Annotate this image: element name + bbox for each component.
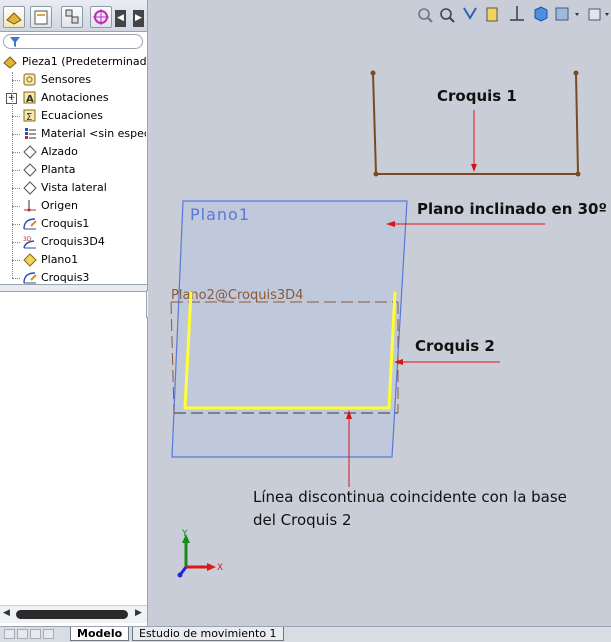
annotation-icon: A <box>23 91 36 105</box>
tree-item-plano1[interactable]: Plano1 <box>0 251 146 269</box>
tree-root-label: Pieza1 (Predeterminado< <box>22 55 146 68</box>
display-style-icon[interactable] <box>534 6 548 22</box>
linea-annotation-line2: del Croquis 2 <box>253 511 352 529</box>
reference-triad-icon <box>177 534 216 578</box>
tree-item-vista[interactable]: Vista lateral <box>0 179 146 197</box>
svg-text:Σ: Σ <box>26 112 32 123</box>
tab-prev-icon[interactable] <box>17 629 28 639</box>
previous-view-icon[interactable] <box>463 7 477 20</box>
tree-item-label: Croquis1 <box>41 217 90 230</box>
sketch-icon <box>23 272 37 284</box>
tree-item-croquis1[interactable]: Croquis1 <box>0 215 146 233</box>
tree-connector <box>12 188 20 189</box>
plano1-label: Plano1 <box>190 205 250 224</box>
view-toolbar <box>418 6 609 23</box>
origin-icon <box>24 200 36 212</box>
scroll-left-icon[interactable]: ◀ <box>3 608 10 618</box>
view-settings-icon[interactable] <box>588 8 609 21</box>
configuration-manager-tab[interactable] <box>61 6 83 28</box>
sketch3d-icon: 3D <box>23 236 36 249</box>
linea-annotation-line1: Línea discontinua coincidente con la bas… <box>253 488 567 506</box>
tree-connector <box>12 80 20 81</box>
croquis2-annotation: Croquis 2 <box>415 337 495 355</box>
tree-filter-input[interactable] <box>3 34 143 49</box>
zoom-area-icon[interactable] <box>440 8 455 23</box>
croquis1-annotation: Croquis 1 <box>437 87 517 105</box>
plano1-plane[interactable] <box>171 200 408 458</box>
plane-feature-icon <box>23 253 37 267</box>
tree-item-label: Croquis3 <box>41 271 90 284</box>
hide-show-items-icon[interactable] <box>555 7 579 21</box>
tree-item-label: Anotaciones <box>41 91 109 104</box>
tree-item-label: Origen <box>41 199 78 212</box>
tree-root-item[interactable]: Pieza1 (Predeterminado< <box>0 53 146 71</box>
plane-icon <box>23 145 37 159</box>
plane-icon <box>23 163 37 177</box>
property-manager-tab[interactable] <box>30 6 52 28</box>
tree-item-planta[interactable]: Planta <box>0 161 146 179</box>
target-icon <box>93 9 109 25</box>
plano-annotation: Plano inclinado en 30º <box>417 200 607 218</box>
tree-item-ecuaciones[interactable]: Σ Ecuaciones <box>0 107 146 125</box>
tab-estudio-movimiento[interactable]: Estudio de movimiento 1 <box>132 627 284 641</box>
tree-item-origen[interactable]: Origen <box>0 197 146 215</box>
triad-x-label: X <box>217 563 223 573</box>
material-icon <box>25 128 36 139</box>
feature-tree-icon <box>6 12 22 25</box>
tree-connector <box>12 134 20 135</box>
tree-connector <box>12 242 20 243</box>
tree-connector <box>12 116 20 117</box>
tree-item-label: Material <sin especificar> <box>41 127 146 140</box>
property-icon <box>34 10 48 25</box>
tree-item-alzado[interactable]: Alzado <box>0 143 146 161</box>
tab-last-icon[interactable] <box>43 629 54 639</box>
tree-connector <box>12 260 20 261</box>
view-orientation-icon[interactable] <box>510 6 524 21</box>
panel-splitter[interactable] <box>0 284 147 292</box>
svg-text:A: A <box>26 94 34 105</box>
scroll-thumb[interactable] <box>16 610 128 619</box>
filter-icon <box>10 37 20 47</box>
dimxpert-tab[interactable] <box>90 6 112 28</box>
tree-item-material[interactable]: Material <sin especificar> <box>0 125 146 143</box>
panel-next-arrow-icon[interactable]: ▶ <box>133 10 144 27</box>
triad-y-label: Y <box>181 529 188 539</box>
tree-item-anotaciones[interactable]: + A Anotaciones <box>0 89 146 107</box>
equation-icon: Σ <box>23 109 36 123</box>
plane-icon <box>23 181 37 195</box>
tree-connector <box>12 170 20 171</box>
tree-item-croquis3d4[interactable]: 3D Croquis3D4 <box>0 233 146 251</box>
configuration-icon <box>65 9 79 24</box>
tree-item-label: Vista lateral <box>41 181 107 194</box>
tree-connector <box>12 206 20 207</box>
tree-item-label: Plano1 <box>41 253 79 266</box>
graphics-area[interactable]: Plano1 Plano2@Croquis3D4 Croquis 1 Plano… <box>148 0 611 626</box>
scroll-right-icon[interactable]: ▶ <box>135 608 142 618</box>
section-view-icon[interactable] <box>486 7 498 22</box>
tree-item-label: Planta <box>41 163 76 176</box>
tab-first-icon[interactable] <box>4 629 15 639</box>
viewport-canvas: Plano1 Plano2@Croquis3D4 Croquis 1 Plano… <box>170 6 609 578</box>
panel-prev-arrow-icon[interactable]: ◀ <box>115 10 126 27</box>
sensor-icon <box>23 73 36 86</box>
tree-item-label: Sensores <box>41 73 91 86</box>
tree-item-label: Alzado <box>41 145 78 158</box>
feature-manager-panel: ◀ ▶ Pieza1 (Predeterminado< Sensores+AAn… <box>0 0 148 626</box>
tree-connector-line <box>12 72 13 278</box>
tree-item-label: Croquis3D4 <box>41 235 105 248</box>
feature-manager-tab[interactable] <box>3 6 25 28</box>
tree-connector <box>12 278 20 279</box>
panel-tab-bar: ◀ ▶ <box>0 0 147 32</box>
tree-connector <box>12 224 20 225</box>
panel-horizontal-scrollbar[interactable]: ◀ ▶ <box>0 605 147 623</box>
sketch-icon <box>23 218 37 230</box>
tree-item-sensores[interactable]: Sensores <box>0 71 146 89</box>
bottom-tab-bar: Modelo Estudio de movimiento 1 <box>0 626 611 642</box>
tab-next-icon[interactable] <box>30 629 41 639</box>
part-icon <box>3 56 17 69</box>
zoom-to-fit-icon[interactable] <box>418 8 433 23</box>
tree-item-label: Ecuaciones <box>41 109 104 122</box>
tab-modelo[interactable]: Modelo <box>70 627 130 641</box>
tree-connector <box>12 152 20 153</box>
